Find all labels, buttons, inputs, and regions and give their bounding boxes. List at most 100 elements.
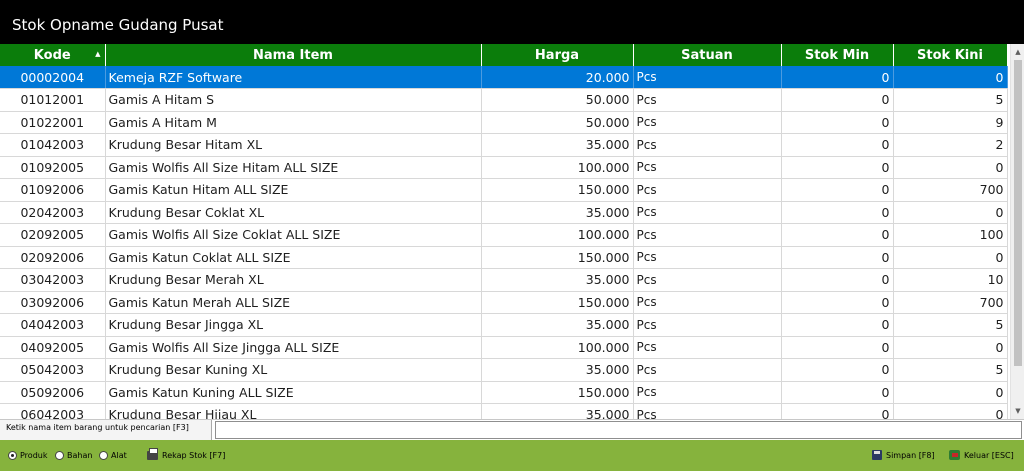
table-row[interactable]: 03042003 Krudung Besar Merah XL 35.000 Pcs 0… (0, 268, 1008, 292)
vertical-scrollbar[interactable]: ▲ ▼ (1010, 44, 1024, 419)
table-row[interactable]: 02092006 Gamis Katun Coklat ALL SIZE 150.0… (0, 246, 1008, 269)
cell-satuan: Pcs (633, 156, 782, 179)
cell-nama-item: Krudung Besar Hijau XL (105, 403, 482, 419)
table-row[interactable]: 01092005 Gamis Wolfis All Size Hitam ALL … (0, 156, 1008, 179)
radio-produk[interactable]: Produk (8, 449, 47, 461)
keluar-button[interactable]: Keluar [ESC] (949, 449, 1014, 461)
cell-stok-min: 0 (781, 178, 894, 202)
cell-harga: 150.000 (481, 246, 634, 269)
cell-stok-kini: 0 (893, 201, 1008, 224)
title-bar: Stok Opname Gudang Pusat (0, 0, 1024, 44)
cell-kode: 03092006 (0, 291, 106, 314)
exit-icon (949, 450, 960, 460)
cell-stok-min: 0 (781, 358, 894, 382)
search-input[interactable] (215, 421, 1022, 439)
cell-stok-min: 0 (781, 403, 894, 419)
cell-satuan: Pcs (633, 133, 782, 157)
cell-kode: 02042003 (0, 201, 106, 224)
table-row[interactable]: 02042003 Krudung Besar Coklat XL 35.000 Pcs… (0, 201, 1008, 224)
column-header-satuan[interactable]: Satuan (633, 44, 782, 66)
table-row[interactable]: 01092006 Gamis Katun Hitam ALL SIZE 150.00… (0, 178, 1008, 202)
cell-harga: 100.000 (481, 336, 634, 359)
radio-unselected-icon (55, 450, 64, 460)
cell-stok-min: 0 (781, 381, 894, 404)
scroll-thumb[interactable] (1014, 60, 1022, 366)
table-row[interactable]: 06042003 Krudung Besar Hijau XL 35.000 Pcs 0… (0, 403, 1008, 419)
cell-stok-min: 0 (781, 336, 894, 359)
cell-nama-item: Gamis Wolfis All Size Jingga ALL SIZE (105, 336, 482, 359)
cell-stok-kini: 5 (893, 88, 1008, 112)
column-header-nama-item[interactable]: Nama Item (105, 44, 482, 66)
cell-satuan: Pcs (633, 178, 782, 202)
table-row[interactable]: 04092005 Gamis Wolfis All Size Jingga ALL… (0, 336, 1008, 359)
cell-kode: 02092005 (0, 223, 106, 247)
table-row[interactable]: 05092006 Gamis Katun Kuning ALL SIZE 150.0… (0, 381, 1008, 404)
cell-stok-min: 0 (781, 66, 894, 89)
radio-alat-label: Alat (111, 450, 127, 460)
table-row[interactable]: 01042003 Krudung Besar Hitam XL 35.000 Pcs 0… (0, 133, 1008, 157)
scroll-up-icon[interactable]: ▲ (1013, 47, 1023, 57)
cell-stok-min: 0 (781, 156, 894, 179)
cell-stok-kini: 0 (893, 336, 1008, 359)
cell-nama-item: Gamis Katun Coklat ALL SIZE (105, 246, 482, 269)
cell-nama-item: Krudung Besar Hitam XL (105, 133, 482, 157)
cell-kode: 03042003 (0, 268, 106, 292)
cell-kode: 01012001 (0, 88, 106, 112)
rekap-stok-label: Rekap Stok [F7] (162, 450, 226, 460)
cell-harga: 50.000 (481, 111, 634, 134)
cell-nama-item: Kemeja RZF Software (105, 66, 482, 89)
column-header-stok-kini[interactable]: Stok Kini (893, 44, 1008, 66)
cell-satuan: Pcs (633, 313, 782, 337)
simpan-button[interactable]: Simpan [F8] (872, 449, 935, 461)
cell-harga: 150.000 (481, 381, 634, 404)
scroll-down-icon[interactable]: ▼ (1013, 406, 1023, 416)
column-header-stok-min[interactable]: Stok Min (781, 44, 894, 66)
cell-harga: 35.000 (481, 313, 634, 337)
table-body: 00002004 Kemeja RZF Software 20.000 Pcs 0 0 01… (0, 66, 1008, 419)
table-row[interactable]: 00002004 Kemeja RZF Software 20.000 Pcs 0 0 (0, 66, 1008, 89)
bottom-toolbar: Produk Bahan Alat Rekap Stok [F7] Simpan… (0, 440, 1024, 471)
cell-harga: 50.000 (481, 88, 634, 112)
cell-harga: 35.000 (481, 133, 634, 157)
table-row[interactable]: 01022001 Gamis A Hitam M 50.000 Pcs 0 9 (0, 111, 1008, 134)
cell-stok-kini: 5 (893, 358, 1008, 382)
cell-satuan: Pcs (633, 111, 782, 134)
cell-stok-kini: 0 (893, 246, 1008, 269)
radio-alat[interactable]: Alat (99, 449, 127, 461)
cell-satuan: Pcs (633, 66, 782, 89)
search-label: Ketik nama item barang untuk pencarian [… (0, 420, 212, 440)
cell-nama-item: Krudung Besar Coklat XL (105, 201, 482, 224)
cell-stok-min: 0 (781, 88, 894, 112)
radio-bahan[interactable]: Bahan (55, 449, 92, 461)
cell-harga: 100.000 (481, 223, 634, 247)
simpan-label: Simpan [F8] (886, 450, 935, 460)
table-row[interactable]: 02092005 Gamis Wolfis All Size Coklat ALL… (0, 223, 1008, 247)
cell-stok-min: 0 (781, 246, 894, 269)
cell-nama-item: Krudung Besar Merah XL (105, 268, 482, 292)
table-row[interactable]: 03092006 Gamis Katun Merah ALL SIZE 150.00… (0, 291, 1008, 314)
cell-stok-kini: 0 (893, 381, 1008, 404)
cell-harga: 35.000 (481, 403, 634, 419)
column-header-harga[interactable]: Harga (481, 44, 634, 66)
cell-kode: 01042003 (0, 133, 106, 157)
table-row[interactable]: 05042003 Krudung Besar Kuning XL 35.000 Pcs… (0, 358, 1008, 382)
cell-kode: 04042003 (0, 313, 106, 337)
cell-nama-item: Gamis Katun Kuning ALL SIZE (105, 381, 482, 404)
table-row[interactable]: 04042003 Krudung Besar Jingga XL 35.000 Pcs… (0, 313, 1008, 337)
printer-icon (147, 447, 158, 460)
rekap-stok-button[interactable]: Rekap Stok [F7] (147, 447, 226, 461)
cell-satuan: Pcs (633, 403, 782, 419)
cell-satuan: Pcs (633, 381, 782, 404)
cell-stok-min: 0 (781, 201, 894, 224)
cell-stok-kini: 2 (893, 133, 1008, 157)
cell-stok-kini: 10 (893, 268, 1008, 292)
cell-harga: 150.000 (481, 291, 634, 314)
cell-nama-item: Gamis A Hitam S (105, 88, 482, 112)
stock-grid[interactable]: Kode ▲ Nama Item Harga Satuan Stok Min St… (0, 44, 1010, 419)
column-header-kode[interactable]: Kode ▲ (0, 44, 106, 66)
cell-stok-min: 0 (781, 313, 894, 337)
cell-stok-min: 0 (781, 223, 894, 247)
cell-stok-min: 0 (781, 268, 894, 292)
cell-satuan: Pcs (633, 88, 782, 112)
table-row[interactable]: 01012001 Gamis A Hitam S 50.000 Pcs 0 5 (0, 88, 1008, 112)
